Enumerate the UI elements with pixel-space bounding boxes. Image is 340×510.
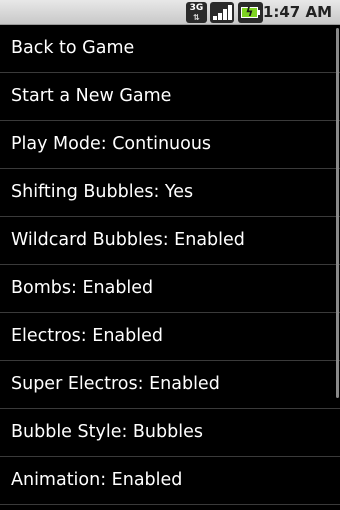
network-type-label: 3G [189,3,204,13]
battery-charging-icon: ϟ [238,2,263,23]
menu-item-bombs[interactable]: Bombs: Enabled [0,265,340,313]
menu-item-super-electros[interactable]: Super Electros: Enabled [0,361,340,409]
signal-strength-icon [210,2,234,23]
menu-item-electros[interactable]: Electros: Enabled [0,313,340,361]
menu-item-animation[interactable]: Animation: Enabled [0,457,340,505]
network-3g-icon: 3G ⇅ [186,2,207,23]
settings-menu-list: Back to Game Start a New Game Play Mode:… [0,25,340,505]
menu-item-back-to-game[interactable]: Back to Game [0,25,340,73]
menu-item-play-mode[interactable]: Play Mode: Continuous [0,121,340,169]
status-bar: 3G ⇅ ϟ 1:47 AM [0,0,340,25]
data-activity-arrows: ⇅ [193,13,200,22]
menu-item-start-new-game[interactable]: Start a New Game [0,73,340,121]
menu-item-bubble-style[interactable]: Bubble Style: Bubbles [0,409,340,457]
menu-item-shifting-bubbles[interactable]: Shifting Bubbles: Yes [0,169,340,217]
menu-scrollbar[interactable] [336,28,339,398]
status-clock: 1:47 AM [262,3,332,21]
menu-item-wildcard-bubbles[interactable]: Wildcard Bubbles: Enabled [0,217,340,265]
charging-bolt-icon: ϟ [245,5,254,19]
